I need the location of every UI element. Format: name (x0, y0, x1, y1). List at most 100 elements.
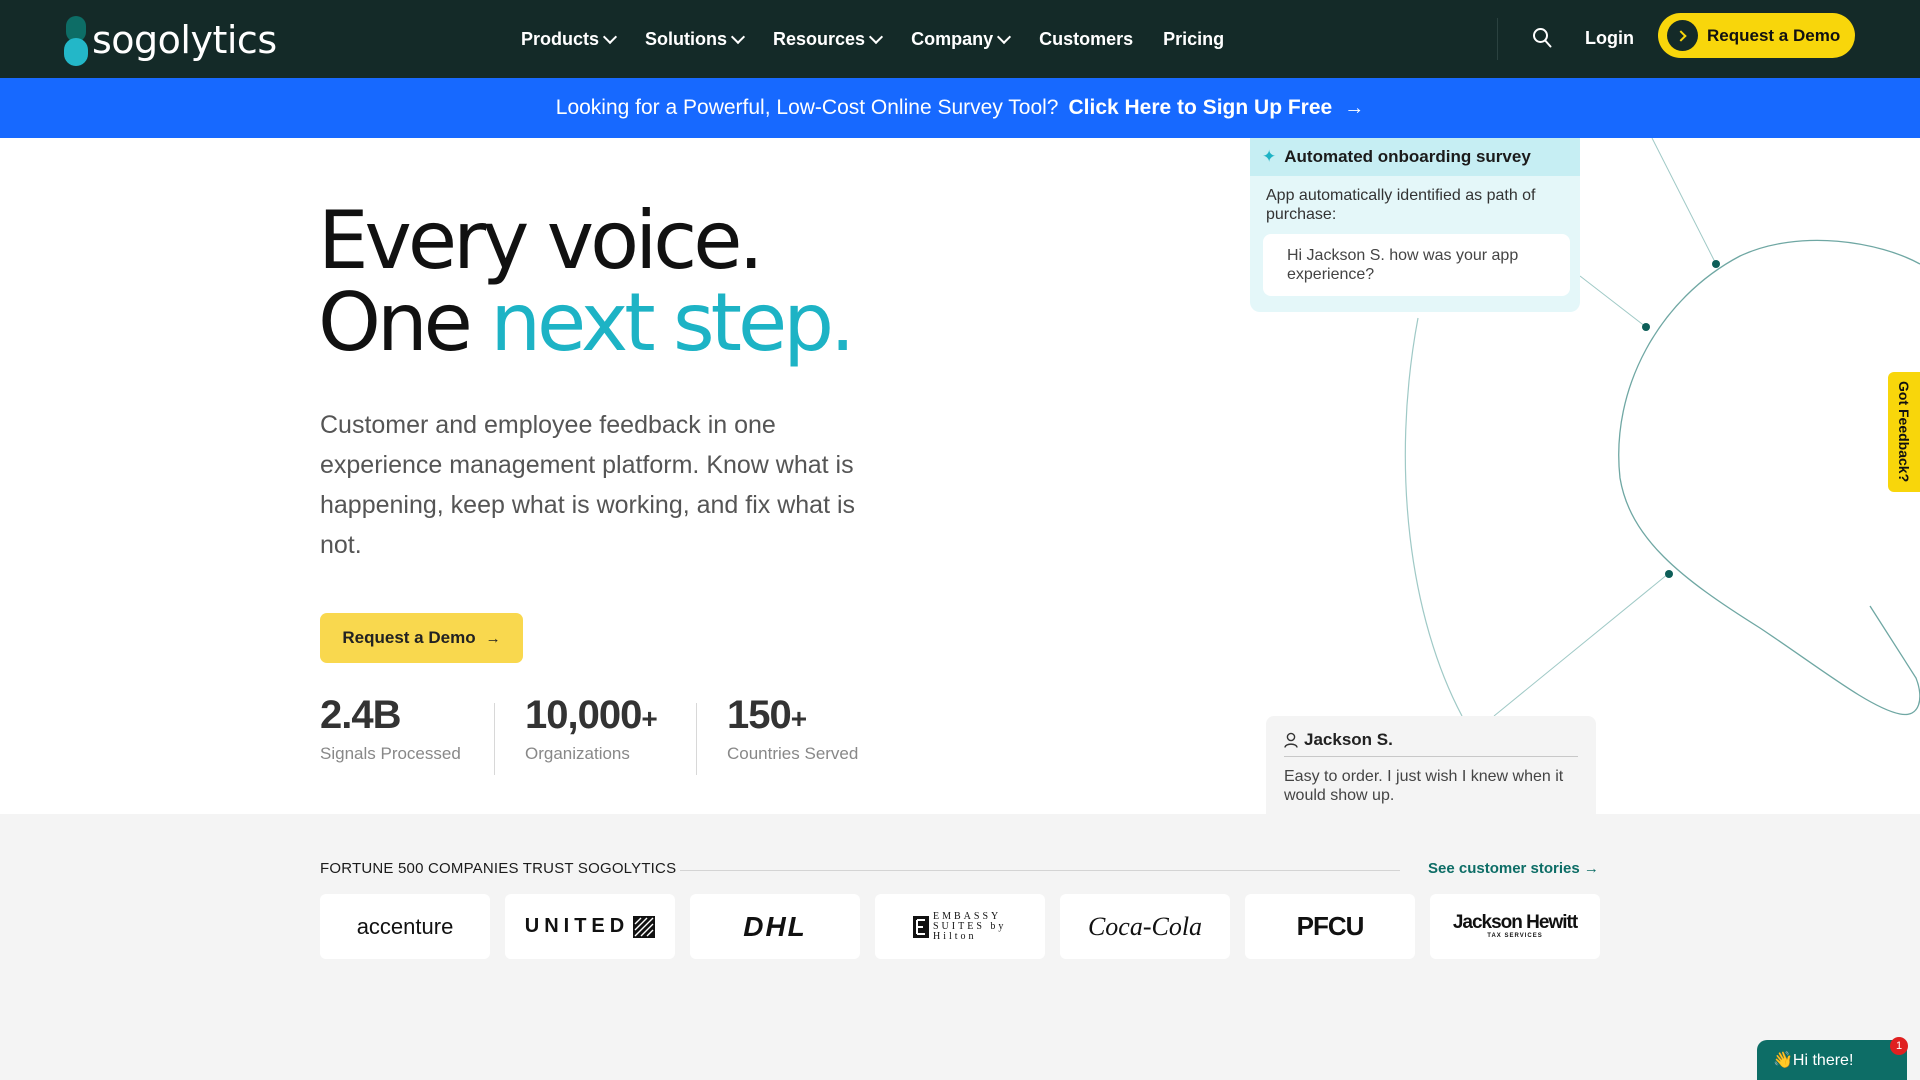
chevron-down-icon (730, 29, 746, 45)
stat-signals: 2.4B Signals Processed (320, 693, 461, 764)
request-demo-label: Request a Demo (1707, 25, 1841, 45)
request-demo-button[interactable]: Request a Demo (1658, 13, 1855, 58)
promo-banner: Looking for a Powerful, Low-Cost Online … (0, 78, 1920, 138)
logo-embassy-suites: EMBASSY SUITES by Hilton (875, 894, 1045, 959)
jackson-hewitt-text: Jackson Hewitt (1452, 911, 1578, 933)
logo-united: UNITED (505, 894, 675, 959)
nav-item-solutions[interactable]: Solutions (645, 28, 746, 50)
stat-label: Signals Processed (320, 744, 461, 763)
nav-item-customers[interactable]: Customers (1039, 29, 1133, 50)
stat-label: Organizations (525, 744, 630, 763)
trust-divider (680, 870, 1400, 871)
stat-divider (696, 703, 697, 775)
stories-label: See customer stories (1428, 860, 1580, 877)
embassy-e-icon (913, 915, 929, 938)
hero-button-label: Request a Demo (342, 628, 476, 647)
pfcu-wordmark: PFCU (1296, 911, 1365, 941)
nav-item-resources[interactable]: Resources (773, 28, 884, 50)
nav-divider (1497, 18, 1498, 60)
sogolytics-logo[interactable]: sogolytics (64, 14, 277, 66)
stat-number: 2.4B (320, 693, 401, 737)
chevron-down-icon (869, 29, 884, 45)
trust-section: FORTUNE 500 COMPANIES TRUST SOGOLYTICS S… (0, 814, 1920, 1080)
logo-accenture: accenture (320, 894, 490, 959)
survey-card-header: ✦ Automated onboarding survey (1250, 138, 1580, 176)
see-customer-stories-link[interactable]: See customer stories → (1428, 860, 1599, 877)
chat-label: 👋Hi there! (1773, 1052, 1854, 1069)
journey-node (1665, 570, 1673, 578)
top-navbar: sogolytics Products Solutions Resources … (0, 0, 1920, 78)
hero-line-1: Every voice. (318, 194, 764, 287)
login-link[interactable]: Login (1585, 28, 1634, 49)
feedback-tab[interactable]: Got Feedback? (1888, 372, 1920, 492)
logo-mark-icon (64, 14, 88, 66)
united-wordmark: UNITED (524, 915, 656, 938)
stat-suffix: + (790, 703, 807, 734)
nav-item-label: Solutions (645, 28, 728, 49)
arrow-right-icon: → (1583, 860, 1599, 877)
accenture-wordmark: accenture (356, 913, 454, 939)
nav-item-label: Company (911, 28, 994, 49)
survey-card-title: Automated onboarding survey (1284, 147, 1531, 166)
hero-request-demo-button[interactable]: Request a Demo → (320, 613, 523, 663)
logo-pfcu: PFCU (1245, 894, 1415, 959)
chevron-down-icon (602, 29, 618, 45)
stat-value: 2.4B (320, 693, 461, 738)
nav-item-label: Pricing (1163, 28, 1225, 49)
stat-number: 150 (727, 693, 792, 737)
banner-text: Looking for a Powerful, Low-Cost Online … (555, 96, 1059, 119)
review-text: Easy to order. I just wish I knew when i… (1284, 768, 1564, 804)
nav-item-pricing[interactable]: Pricing (1163, 29, 1224, 50)
coca-cola-wordmark: Coca-Cola (1087, 911, 1203, 941)
journey-node (1642, 323, 1650, 331)
chevron-down-icon (997, 29, 1012, 45)
embassy-wordmark: EMBASSY SUITES by Hilton (913, 910, 1007, 942)
logo-dhl: DHL (690, 894, 860, 959)
feedback-tab-label: Got Feedback? (1896, 381, 1912, 483)
customer-logos: accenture UNITED DHL EMBASSY SUITES by H… (320, 894, 1615, 959)
arrow-right-icon: → (1344, 96, 1365, 119)
hero-subtitle: Customer and employee feedback in one ex… (320, 411, 856, 559)
search-icon[interactable] (1532, 27, 1552, 49)
survey-message-bubble: Hi Jackson S. how was your app experienc… (1263, 234, 1570, 296)
logo-text: sogolytics (92, 18, 277, 62)
embassy-text: EMBASSY SUITES by Hilton (933, 910, 1007, 942)
sparkle-icon: ✦ (1262, 147, 1277, 166)
sign-up-free-link[interactable]: Click Here to Sign Up Free (1068, 96, 1332, 120)
chat-notification-badge: 1 (1890, 1037, 1908, 1055)
onboarding-survey-card: ✦ Automated onboarding survey App automa… (1250, 138, 1580, 312)
trust-title: FORTUNE 500 COMPANIES TRUST SOGOLYTICS (320, 860, 677, 877)
arrow-right-icon: → (485, 629, 501, 647)
stat-suffix: + (641, 703, 657, 734)
stat-value: 150+ (727, 693, 858, 738)
stat-value: 10,000+ (525, 693, 658, 738)
stat-countries: 150+ Countries Served (727, 693, 858, 764)
chat-widget-button[interactable]: 👋Hi there! (1757, 1040, 1907, 1080)
stat-label: Countries Served (727, 744, 859, 763)
stat-divider (494, 703, 495, 775)
stat-number: 10,000 (525, 693, 642, 737)
hero-line-2-plain: One (318, 276, 491, 369)
logo-coca-cola: Coca-Cola (1060, 894, 1230, 959)
nav-item-company[interactable]: Company (911, 28, 1012, 50)
chevron-right-icon (1667, 20, 1698, 51)
nav-item-label: Products (521, 28, 600, 49)
dhl-wordmark: DHL (743, 910, 807, 942)
survey-card-text: App automatically identified as path of … (1266, 187, 1536, 223)
journey-node (1712, 260, 1720, 268)
united-globe-icon (633, 915, 656, 938)
nav-item-label: Resources (773, 28, 866, 49)
stat-organizations: 10,000+ Organizations (525, 693, 658, 764)
review-author: Jackson S. (1284, 730, 1578, 757)
nav-item-products[interactable]: Products (521, 28, 618, 50)
review-author-name: Jackson S. (1304, 730, 1393, 749)
nav-item-label: Customers (1039, 28, 1134, 49)
main-menu: Products Solutions Resources Company Cus… (521, 0, 1254, 78)
united-text: UNITED (524, 915, 630, 937)
review-card: Jackson S. Easy to order. I just wish I … (1266, 716, 1596, 814)
logo-jackson-hewitt: Jackson Hewitt TAX SERVICES (1430, 894, 1600, 959)
jackson-hewitt-tagline: TAX SERVICES (1487, 932, 1543, 939)
jackson-hewitt-wordmark: Jackson Hewitt TAX SERVICES (1452, 911, 1578, 940)
hero-heading: Every voice. One next step. (318, 200, 855, 364)
hero-line-2-accent: next step. (490, 276, 855, 369)
